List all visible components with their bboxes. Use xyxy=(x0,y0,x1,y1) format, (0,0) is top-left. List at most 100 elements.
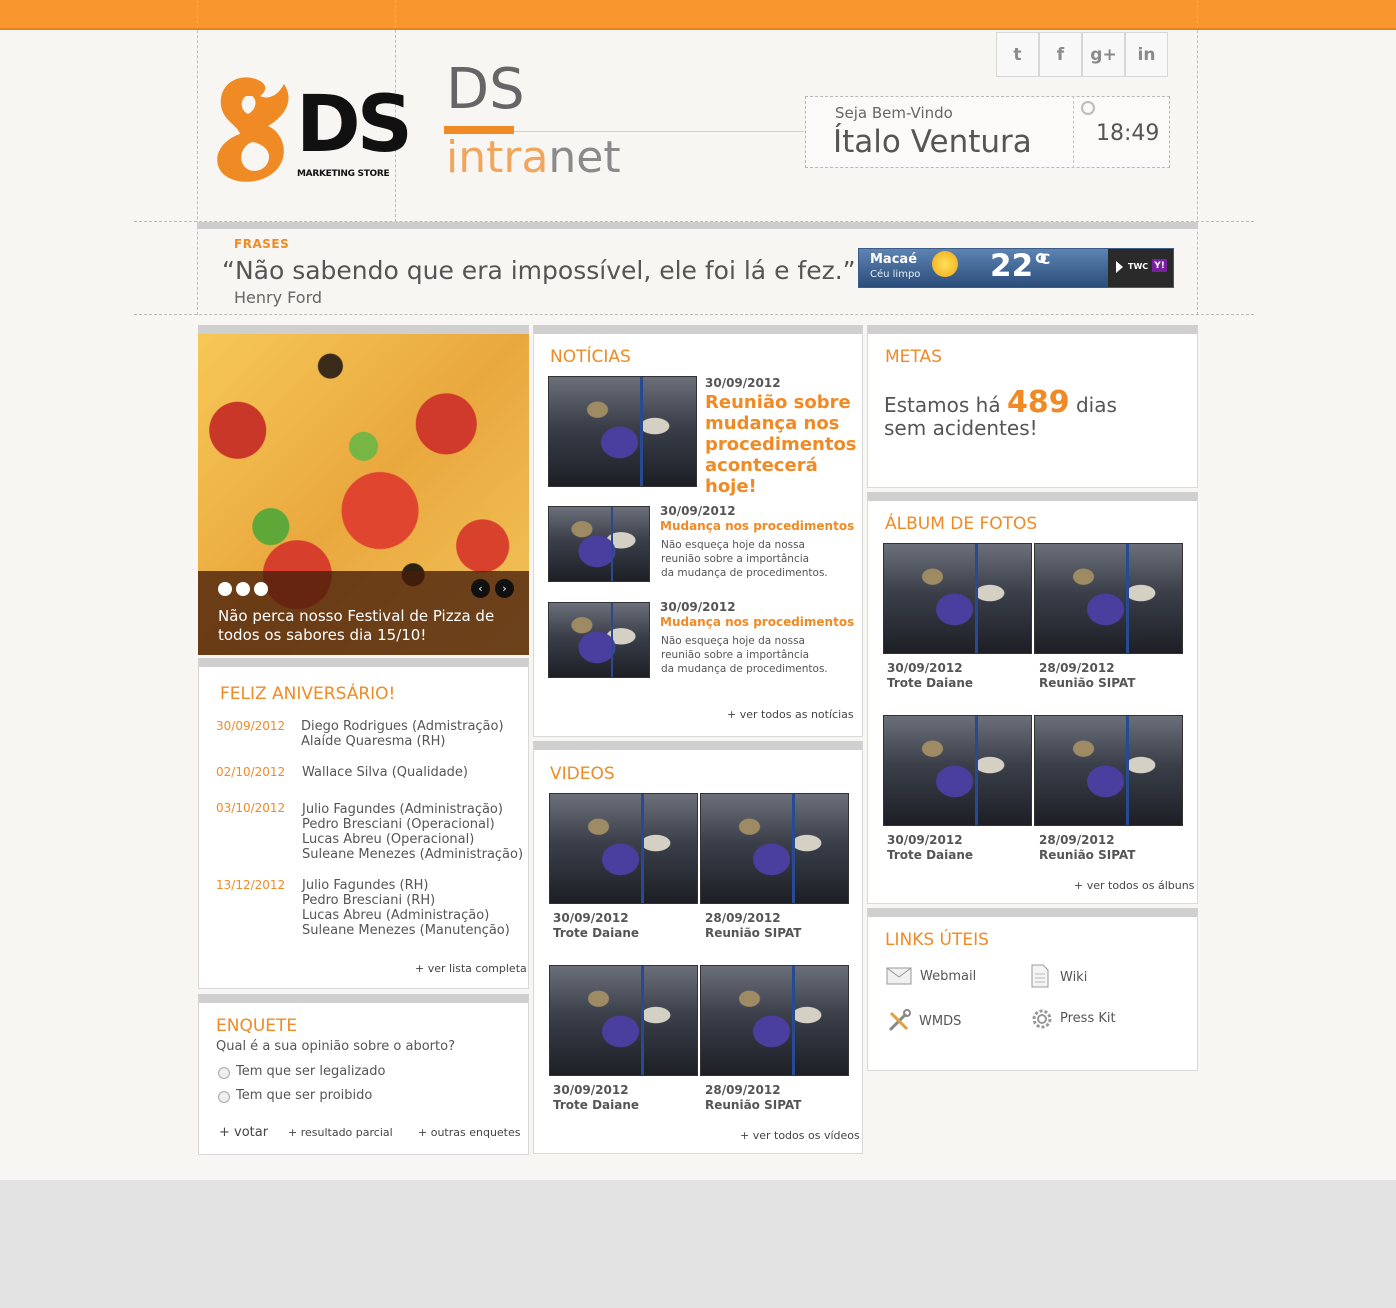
logo-flame-icon xyxy=(217,77,289,182)
link-wmds[interactable]: WMDS xyxy=(919,1014,961,1029)
twc-logo[interactable]: TWC xyxy=(1128,262,1148,271)
news-summary-line: Não esqueça hoje da nossa xyxy=(661,635,805,647)
quote-label: FRASES xyxy=(234,237,290,251)
album-date: 28/09/2012 xyxy=(1039,661,1115,675)
site-title-intranet: intranet xyxy=(446,136,621,180)
album-title-text[interactable]: Trote Daiane xyxy=(887,676,973,690)
yahoo-icon[interactable]: Y! xyxy=(1152,259,1167,272)
title-net-part: net xyxy=(548,132,621,183)
site-title-ds: DS xyxy=(446,57,525,122)
linkedin-button[interactable]: in xyxy=(1125,32,1168,77)
video-title[interactable]: Reunião SIPAT xyxy=(705,926,801,940)
album-title: ÁLBUM DE FOTOS xyxy=(885,514,1038,534)
facebook-icon: f xyxy=(1056,44,1065,65)
poll-option-label[interactable]: Tem que ser legalizado xyxy=(236,1064,385,1079)
poll-option-label[interactable]: Tem que ser proibido xyxy=(236,1088,372,1103)
weather-condition: Céu limpo xyxy=(870,269,921,280)
album-thumbnail[interactable] xyxy=(883,543,1032,654)
news-summary: Não esqueça hoje da nossa reunião sobre … xyxy=(661,634,828,676)
top-bar xyxy=(0,0,1396,30)
news-thumbnail[interactable] xyxy=(548,376,697,487)
user-name[interactable]: Ítalo Ventura xyxy=(833,124,1032,160)
album-title-text[interactable]: Reunião SIPAT xyxy=(1039,848,1135,862)
partial-result-link[interactable]: + resultado parcial xyxy=(288,1126,393,1139)
link-webmail[interactable]: Webmail xyxy=(920,969,976,984)
news-more-link[interactable]: + ver todos as notícias xyxy=(727,708,854,721)
video-thumbnail[interactable] xyxy=(700,793,849,904)
news-title: NOTÍCIAS xyxy=(550,347,631,367)
link-press-kit[interactable]: Press Kit xyxy=(1060,1011,1116,1026)
video-thumbnail[interactable] xyxy=(549,793,698,904)
news-thumbnail[interactable] xyxy=(548,506,650,582)
news-date: 30/09/2012 xyxy=(705,376,781,390)
news-thumbnail[interactable] xyxy=(548,602,650,678)
birthday-name: Suleane Menezes (Administração) xyxy=(302,847,524,862)
twitter-button[interactable]: t xyxy=(996,32,1039,77)
video-title[interactable]: Reunião SIPAT xyxy=(705,1098,801,1112)
links-title: LINKS ÚTEIS xyxy=(885,930,989,950)
news-summary-line: reunião sobre a importância xyxy=(661,649,810,661)
news-headline[interactable]: Reunião sobre mudança nos procedimentos … xyxy=(705,392,860,497)
birthday-names: Wallace Silva (Qualidade) xyxy=(302,765,468,780)
other-polls-link[interactable]: + outras enquetes xyxy=(418,1126,521,1139)
googleplus-button[interactable]: g+ xyxy=(1082,32,1125,77)
quote-author: Henry Ford xyxy=(234,288,323,307)
video-date: 30/09/2012 xyxy=(553,1083,629,1097)
album-thumbnail[interactable] xyxy=(1034,543,1183,654)
play-icon[interactable] xyxy=(1116,261,1123,273)
sun-icon xyxy=(932,251,958,277)
album-more-link[interactable]: + ver todos os álbuns xyxy=(1074,879,1194,892)
news-summary-line: Não esqueça hoje da nossa xyxy=(661,539,805,551)
album-title-text[interactable]: Reunião SIPAT xyxy=(1039,676,1135,690)
goals-days: 489 xyxy=(1006,385,1070,420)
guide-line xyxy=(134,314,1254,315)
birthday-title: FELIZ ANIVERSÁRIO! xyxy=(220,684,396,704)
link-wiki[interactable]: Wiki xyxy=(1060,970,1087,985)
current-time: 18:49 xyxy=(1096,121,1160,146)
title-intra-part: intra xyxy=(446,132,549,183)
slider-next-button[interactable]: › xyxy=(495,579,514,598)
video-date: 30/09/2012 xyxy=(553,911,629,925)
video-title[interactable]: Trote Daiane xyxy=(553,1098,639,1112)
news-headline[interactable]: Mudança nos procedimentos xyxy=(660,519,854,533)
album-thumbnail[interactable] xyxy=(883,715,1032,826)
birthday-more-link[interactable]: + ver lista completa xyxy=(415,962,527,975)
birthday-name: Julio Fagundes (RH) xyxy=(302,878,429,893)
slider-prev-button[interactable]: ‹ xyxy=(471,579,490,598)
album-thumbnail[interactable] xyxy=(1034,715,1183,826)
birthday-names: Julio Fagundes (RH) Pedro Bresciani (RH)… xyxy=(302,878,510,938)
logo-subtitle: MARKETING STORE xyxy=(297,169,390,179)
twitter-icon: t xyxy=(1013,44,1022,65)
logo-mark[interactable] xyxy=(212,70,298,188)
goals-prefix: Estamos há xyxy=(884,393,1001,417)
news-summary-line: da mudança de procedimentos. xyxy=(661,567,828,579)
birthday-names: Julio Fagundes (Administração) Pedro Bre… xyxy=(302,802,523,862)
clock-icon xyxy=(1081,101,1095,115)
album-title-text[interactable]: Trote Daiane xyxy=(887,848,973,862)
video-thumbnail[interactable] xyxy=(549,965,698,1076)
document-icon xyxy=(1030,964,1050,992)
goals-title: METAS xyxy=(885,347,942,367)
poll-option-radio[interactable] xyxy=(218,1091,230,1103)
googleplus-icon: g+ xyxy=(1090,44,1117,65)
birthday-name: Diego Rodrigues (Admistração) xyxy=(301,719,504,734)
videos-more-link[interactable]: + ver todos os vídeos xyxy=(740,1129,860,1142)
welcome-label: Seja Bem-Vindo xyxy=(835,104,953,122)
vote-button[interactable]: + votar xyxy=(219,1125,268,1140)
news-headline[interactable]: Mudança nos procedimentos xyxy=(660,615,854,629)
video-thumbnail[interactable] xyxy=(700,965,849,1076)
slider-dot[interactable] xyxy=(254,582,268,596)
news-summary: Não esqueça hoje da nossa reunião sobre … xyxy=(661,538,828,580)
video-title[interactable]: Trote Daiane xyxy=(553,926,639,940)
poll-title: ENQUETE xyxy=(216,1016,298,1036)
birthday-name: Pedro Bresciani (Operacional) xyxy=(302,817,495,832)
facebook-button[interactable]: f xyxy=(1039,32,1082,77)
news-summary-line: da mudança de procedimentos. xyxy=(661,663,828,675)
slider-dot[interactable] xyxy=(218,582,232,596)
birthday-date: 03/10/2012 xyxy=(216,801,286,815)
gear-icon xyxy=(1031,1008,1053,1034)
slider-caption[interactable]: Não perca nosso Festival de Pizza de tod… xyxy=(218,607,518,645)
slider-dot[interactable] xyxy=(236,582,250,596)
news-summary-line: reunião sobre a importância xyxy=(661,553,810,565)
poll-option-radio[interactable] xyxy=(218,1067,230,1079)
